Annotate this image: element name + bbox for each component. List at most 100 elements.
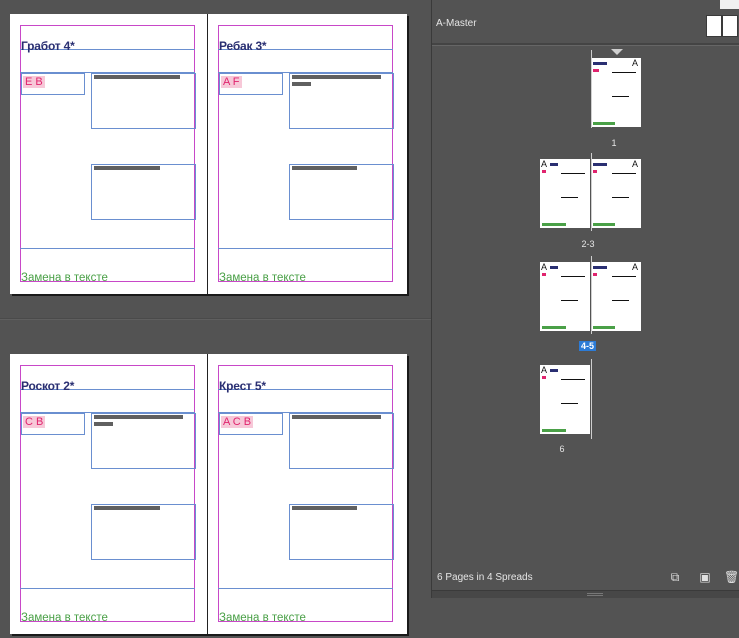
pages-panel[interactable]: A-Master A 1 A A 2-3 A A 4-5 A 6 6 Pages… xyxy=(431,0,739,598)
spread-label-4-5-selected[interactable]: 4-5 xyxy=(579,341,597,351)
new-page-icon[interactable]: ▣ xyxy=(698,570,712,584)
panel-tab-stub[interactable] xyxy=(720,0,739,9)
thumb-footer-bar xyxy=(542,223,566,226)
footer-text[interactable]: Замена в тексте xyxy=(21,612,108,624)
thumb-line xyxy=(612,276,636,277)
spread-label-6[interactable]: 6 xyxy=(542,444,582,454)
page-left[interactable]: Роскот 2* C B Замена в тексте xyxy=(10,354,207,634)
spread-label-2-3[interactable]: 2-3 xyxy=(568,239,608,249)
pasteboard-divider xyxy=(0,318,431,320)
document-canvas[interactable]: Гработ 4* E B Замена в тексте Ребак 3* A… xyxy=(0,0,431,638)
thumb-footer-bar xyxy=(542,429,566,432)
master-thumb-left[interactable] xyxy=(706,15,722,37)
thumb-line xyxy=(612,197,629,198)
text-bar xyxy=(94,506,160,510)
thumb-tag-bar xyxy=(593,69,599,72)
page-size-icon[interactable]: ⧉ xyxy=(668,570,682,584)
page-right[interactable]: Крест 5* A C B Замена в тексте xyxy=(208,354,405,634)
tag-frame[interactable]: E B xyxy=(21,73,85,95)
thumb-line xyxy=(561,300,578,301)
ruler-guide xyxy=(20,588,195,589)
thumb-spine xyxy=(591,153,592,231)
thumb-footer-bar xyxy=(593,326,615,329)
thumb-line xyxy=(561,197,578,198)
page-title[interactable]: Ребак 3* xyxy=(219,39,267,53)
thumb-spine xyxy=(591,256,592,334)
spread-top[interactable]: Гработ 4* E B Замена в тексте Ребак 3* A… xyxy=(10,14,407,294)
thumb-title-bar xyxy=(550,266,558,269)
spread-label-1[interactable]: 1 xyxy=(594,138,634,148)
text-bar-short xyxy=(94,422,113,426)
thumb-line xyxy=(612,173,636,174)
text-bar xyxy=(94,75,180,79)
master-letter: A xyxy=(541,365,548,375)
page-right[interactable]: Ребак 3* A F Замена в тексте xyxy=(208,14,405,294)
tag-frame[interactable]: C B xyxy=(21,413,85,435)
text-bar xyxy=(292,75,381,79)
thumb-line xyxy=(561,276,585,277)
page-thumb-4[interactable]: A xyxy=(540,262,590,331)
thumb-line xyxy=(612,72,636,73)
page-thumb-6[interactable]: A xyxy=(540,365,590,434)
master-letter: A xyxy=(631,262,638,272)
footer-text[interactable]: Замена в тексте xyxy=(21,272,108,284)
text-frame[interactable] xyxy=(289,413,394,469)
master-row[interactable]: A-Master xyxy=(432,9,739,43)
panel-resize-edge[interactable] xyxy=(432,590,739,598)
footer-text[interactable]: Замена в тексте xyxy=(219,612,306,624)
text-frame[interactable] xyxy=(91,164,196,220)
footer-text[interactable]: Замена в тексте xyxy=(219,272,306,284)
current-page-indicator-icon xyxy=(611,49,623,55)
text-frame[interactable] xyxy=(289,73,394,129)
thumb-title-bar xyxy=(593,62,607,65)
thumb-line xyxy=(612,300,629,301)
margin-guide xyxy=(20,25,195,282)
page-left[interactable]: Гработ 4* E B Замена в тексте xyxy=(10,14,207,294)
panel-divider[interactable] xyxy=(432,43,739,46)
page-title[interactable]: Гработ 4* xyxy=(21,39,75,53)
master-label[interactable]: A-Master xyxy=(436,18,477,29)
thumb-line xyxy=(561,379,585,380)
tag-frame[interactable]: A C B xyxy=(219,413,283,435)
panel-footer: 6 Pages in 4 Spreads ⧉ ▣ 🗑 xyxy=(432,566,739,590)
text-bar xyxy=(292,415,381,419)
ruler-guide xyxy=(218,248,393,249)
tag-text: C B xyxy=(23,416,46,428)
text-bar xyxy=(94,415,183,419)
page-thumb-3[interactable]: A xyxy=(591,159,641,228)
master-thumb-right[interactable] xyxy=(722,15,738,37)
ruler-guide xyxy=(20,248,195,249)
resize-grip-icon xyxy=(587,593,603,596)
page-thumb-2[interactable]: A xyxy=(540,159,590,228)
thumb-line xyxy=(561,173,585,174)
thumb-tag-bar xyxy=(542,273,546,276)
master-letter: A xyxy=(631,159,638,169)
page-thumb-1[interactable]: A xyxy=(591,58,641,127)
thumb-line xyxy=(612,96,629,97)
master-letter: A xyxy=(541,262,548,272)
thumb-title-bar xyxy=(550,163,558,166)
tag-text: A C B xyxy=(221,416,254,428)
thumb-tag-bar xyxy=(542,376,546,379)
text-frame[interactable] xyxy=(91,504,196,560)
thumb-title-bar xyxy=(593,266,607,269)
text-frame[interactable] xyxy=(91,413,196,469)
tag-frame[interactable]: A F xyxy=(219,73,283,95)
thumb-footer-bar xyxy=(593,223,615,226)
text-frame[interactable] xyxy=(289,504,394,560)
page-title[interactable]: Роскот 2* xyxy=(21,379,74,393)
page-title[interactable]: Крест 5* xyxy=(219,379,266,393)
text-bar xyxy=(292,506,357,510)
tag-text: A F xyxy=(221,76,242,88)
ruler-guide xyxy=(218,588,393,589)
page-thumb-5[interactable]: A xyxy=(591,262,641,331)
master-letter: A xyxy=(541,159,548,169)
master-letter: A xyxy=(631,58,638,68)
spread-bottom[interactable]: Роскот 2* C B Замена в тексте Крест 5* A… xyxy=(10,354,407,634)
text-frame[interactable] xyxy=(289,164,394,220)
thumb-title-bar xyxy=(550,369,558,372)
trash-icon[interactable]: 🗑 xyxy=(724,570,739,584)
text-bar xyxy=(94,166,160,170)
thumb-tag-bar xyxy=(542,170,546,173)
text-frame[interactable] xyxy=(91,73,196,129)
